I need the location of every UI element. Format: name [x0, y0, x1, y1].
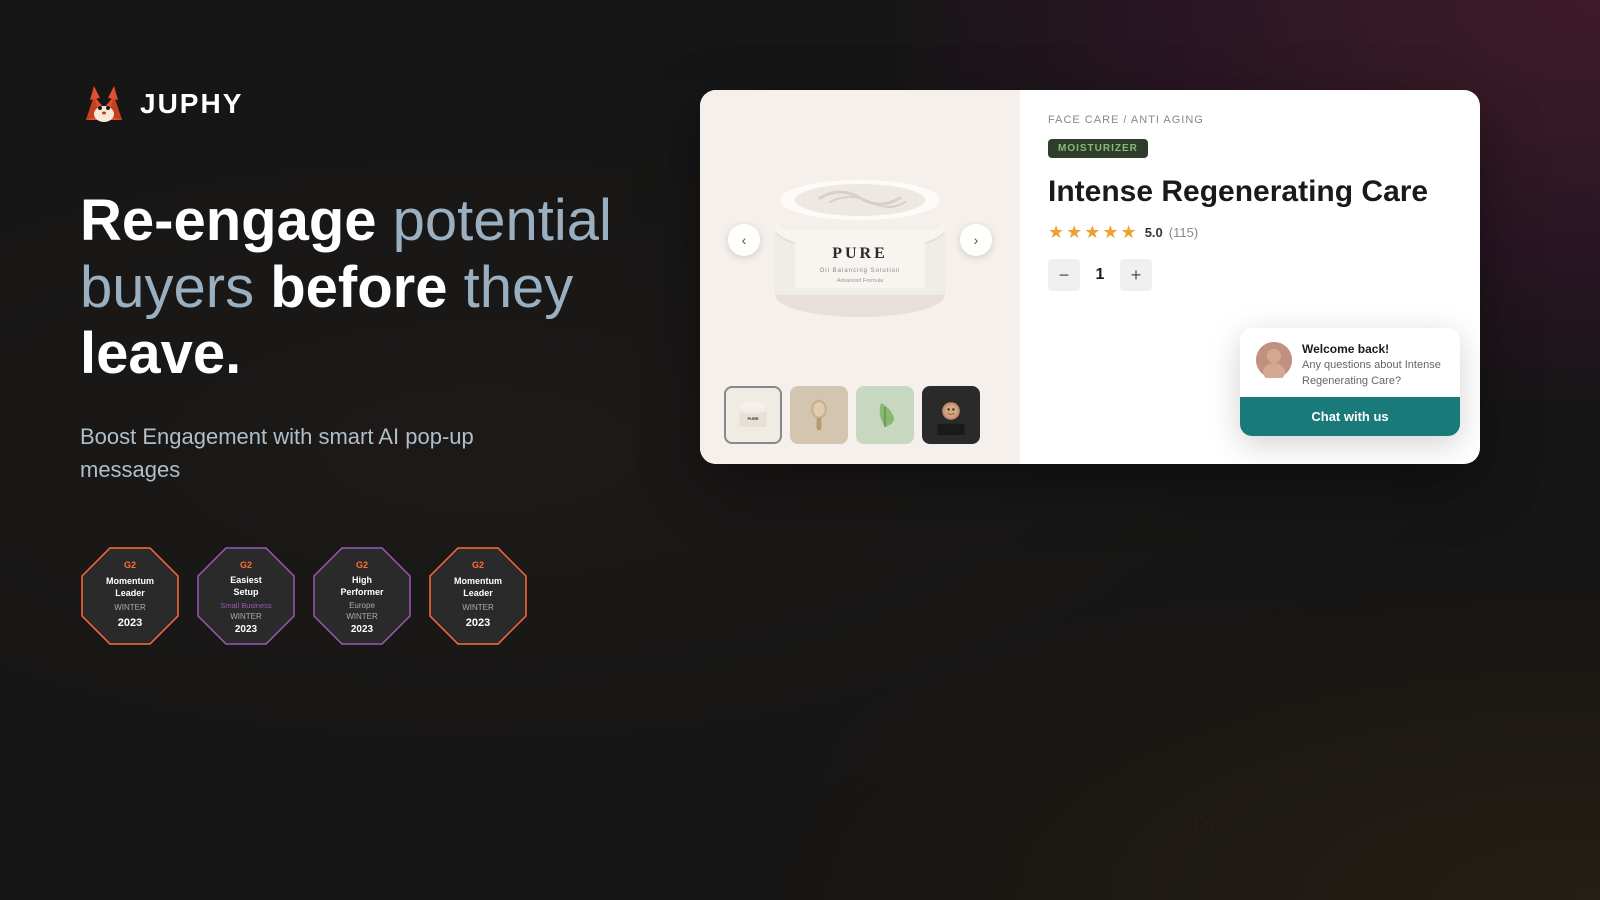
badge-easiest-setup: G2 Easiest Setup Small Business WINTER 2…	[196, 546, 296, 651]
svg-text:Oil Balancing Solution: Oil Balancing Solution	[820, 268, 901, 274]
product-card: ‹	[700, 90, 1480, 464]
thumbnail-2[interactable]	[790, 386, 848, 444]
chevron-left-icon: ‹	[742, 232, 747, 248]
svg-text:PURE: PURE	[832, 245, 888, 262]
thumbnail-3[interactable]	[856, 386, 914, 444]
juphy-logo-icon	[80, 80, 128, 128]
svg-text:2023: 2023	[466, 617, 490, 629]
headline-light2: buyers	[80, 255, 270, 320]
rating-count: (115)	[1169, 225, 1198, 240]
svg-text:Setup: Setup	[233, 587, 259, 597]
svg-text:2023: 2023	[118, 617, 142, 629]
product-title: Intense Regenerating Care	[1048, 174, 1452, 210]
left-column: JUPHY Re-engage potential buyers before …	[80, 60, 660, 651]
svg-text:WINTER: WINTER	[230, 612, 262, 621]
svg-text:Easiest: Easiest	[230, 575, 262, 585]
product-details: FACE CARE / ANTI AGING MOISTURIZER Inten…	[1020, 90, 1480, 464]
chat-message: Any questions about Intense Regenerating…	[1302, 358, 1444, 389]
badges-row: G2 Momentum Leader WINTER 2023 G2 Easies…	[80, 546, 660, 651]
subheadline: Boost Engagement with smart AI pop-up me…	[80, 420, 500, 486]
svg-text:Performer: Performer	[340, 587, 384, 597]
svg-text:WINTER: WINTER	[462, 603, 494, 612]
chat-popup: Welcome back! Any questions about Intens…	[1240, 328, 1460, 436]
carousel-prev-button[interactable]: ‹	[728, 224, 760, 256]
svg-text:Advanced Formula: Advanced Formula	[837, 278, 884, 284]
svg-text:G2: G2	[356, 560, 368, 570]
chat-popup-header: Welcome back! Any questions about Intens…	[1240, 328, 1460, 397]
chevron-right-icon: ›	[974, 232, 979, 248]
svg-text:Leader: Leader	[115, 588, 145, 598]
star-icons: ★★★★★	[1048, 222, 1139, 243]
thumbnail-4[interactable]	[922, 386, 980, 444]
product-image-area: ‹	[700, 90, 1020, 464]
logo-area: JUPHY	[80, 80, 660, 128]
svg-text:Momentum: Momentum	[454, 576, 502, 586]
quantity-control: − 1 +	[1048, 259, 1452, 291]
thumbnail-1[interactable]: PURE	[724, 386, 782, 444]
svg-text:G2: G2	[124, 560, 136, 570]
headline: Re-engage potential buyers before they l…	[80, 188, 660, 388]
svg-text:G2: G2	[472, 560, 484, 570]
product-image-jar: PURE Oil Balancing Solution Advanced For…	[750, 130, 970, 350]
product-main-image: ‹	[720, 110, 1000, 370]
svg-text:PURE: PURE	[747, 416, 758, 421]
headline-light3: they	[464, 255, 574, 320]
chat-avatar	[1256, 342, 1292, 378]
headline-bold2: before	[270, 255, 447, 320]
product-thumbnails: PURE	[720, 386, 1000, 444]
quantity-increase-button[interactable]: +	[1120, 259, 1152, 291]
svg-text:Europe: Europe	[349, 601, 375, 610]
headline-bold3: leave.	[80, 321, 241, 386]
svg-text:Leader: Leader	[463, 588, 493, 598]
badge-high-performer-europe: G2 High Performer Europe WINTER 2023	[312, 546, 412, 651]
badge-momentum-leader-2: G2 Momentum Leader WINTER 2023	[428, 546, 528, 651]
chat-text-area: Welcome back! Any questions about Intens…	[1302, 342, 1444, 389]
svg-text:Small Business: Small Business	[220, 601, 272, 610]
svg-text:2023: 2023	[235, 624, 258, 635]
svg-text:WINTER: WINTER	[346, 612, 378, 621]
svg-text:WINTER: WINTER	[114, 603, 146, 612]
rating-score: 5.0	[1145, 225, 1163, 240]
svg-text:Momentum: Momentum	[106, 576, 154, 586]
product-rating: ★★★★★ 5.0 (115)	[1048, 222, 1452, 243]
headline-bold1: Re-engage	[80, 188, 377, 253]
quantity-decrease-button[interactable]: −	[1048, 259, 1080, 291]
svg-text:High: High	[352, 575, 372, 585]
headline-light1: potential	[393, 188, 612, 253]
svg-text:G2: G2	[240, 560, 252, 570]
product-tag: MOISTURIZER	[1048, 139, 1148, 158]
right-column: ‹	[660, 60, 1520, 444]
chat-welcome: Welcome back!	[1302, 342, 1444, 356]
chat-with-us-button[interactable]: Chat with us	[1240, 397, 1460, 436]
product-breadcrumb: FACE CARE / ANTI AGING	[1048, 114, 1452, 126]
carousel-next-button[interactable]: ›	[960, 224, 992, 256]
brand-name: JUPHY	[140, 88, 243, 120]
page-content: JUPHY Re-engage potential buyers before …	[0, 0, 1600, 900]
svg-text:2023: 2023	[351, 624, 374, 635]
quantity-value: 1	[1080, 266, 1120, 284]
badge-momentum-leader-1: G2 Momentum Leader WINTER 2023	[80, 546, 180, 651]
